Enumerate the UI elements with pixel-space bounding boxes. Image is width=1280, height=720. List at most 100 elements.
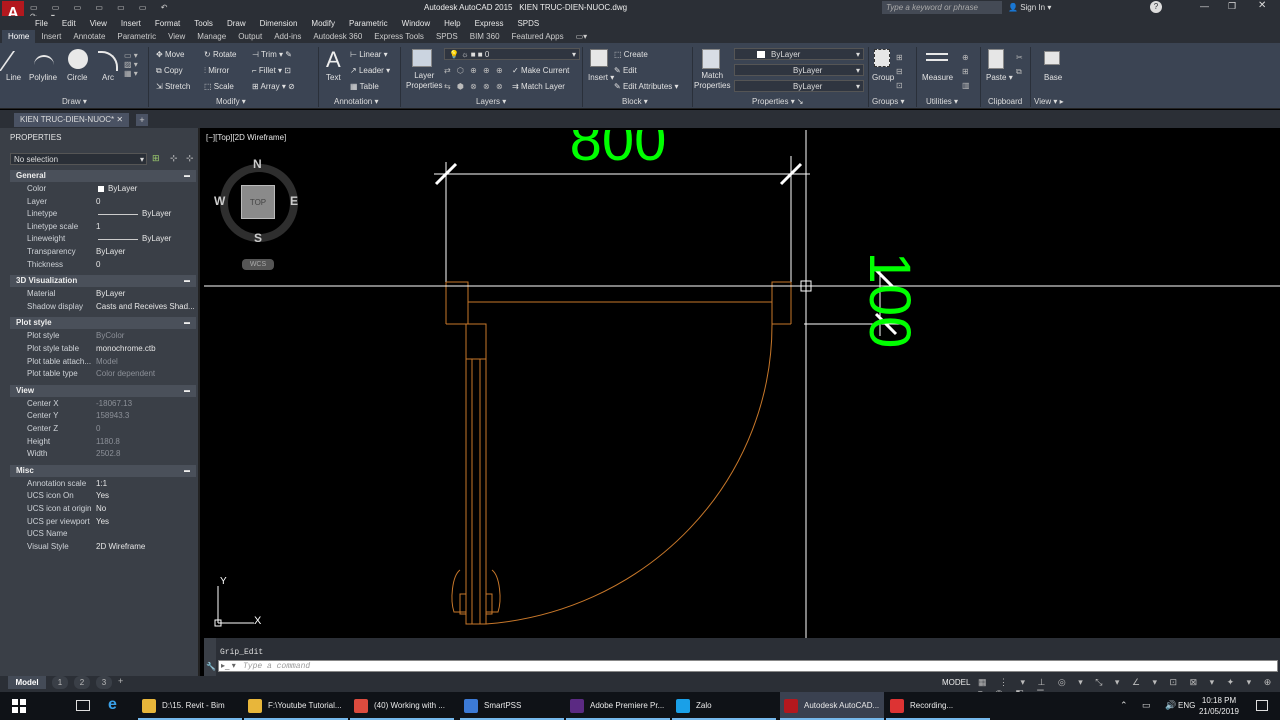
paste-icon[interactable] (988, 49, 1004, 69)
property-row[interactable]: UCS icon at origin No (0, 504, 196, 517)
layout-tab-2[interactable]: 2 (74, 676, 90, 689)
line-icon[interactable] (0, 51, 34, 71)
menu-item-tools[interactable]: Tools (187, 19, 220, 28)
selection-dropdown[interactable]: No selection ▾ (10, 153, 147, 165)
command-input[interactable]: ▸_ ▾ Type a command (218, 660, 1278, 672)
clock[interactable]: 10:18 PM 21/05/2019 (1198, 695, 1240, 717)
insert-button[interactable]: Insert ▾ (588, 73, 614, 82)
property-row[interactable]: UCS per viewport Yes (0, 517, 196, 530)
sign-in-button[interactable]: 👤 Sign In ▾ (1008, 3, 1051, 12)
layout-tab-3[interactable]: 3 (96, 676, 112, 689)
ribbon-tab-featured-apps[interactable]: Featured Apps (506, 30, 570, 43)
property-row[interactable]: Plot style table monochrome.ctb (0, 344, 196, 357)
select-objects-icon[interactable]: ⊹ (170, 153, 178, 164)
ribbon-tab-parametric[interactable]: Parametric (111, 30, 162, 43)
menu-item-modify[interactable]: Modify (304, 19, 342, 28)
add-layout-button[interactable]: + (118, 676, 123, 686)
stretch-button[interactable]: ⇲ Stretch (156, 82, 190, 91)
copy-button[interactable]: ⧉ Copy (156, 66, 183, 76)
color-dropdown[interactable]: ByLayer ▾ (734, 48, 864, 60)
compass-s[interactable]: S (254, 231, 262, 245)
measure-button[interactable]: Measure (922, 73, 953, 82)
base-view-icon[interactable] (1044, 51, 1060, 65)
section-3d-visualization[interactable]: 3D Visualization ▬ (10, 275, 196, 288)
collapse-icon[interactable]: ▬ (184, 170, 190, 182)
quick-access-toolbar[interactable]: ▭ ▭ ▭ ▭ ▭ ▭ ↶ ↷ ▾ (30, 3, 190, 21)
property-row[interactable]: Transparency ByLayer (0, 247, 196, 260)
ribbon-tab-view[interactable]: View (162, 30, 191, 43)
fillet-button[interactable]: ⌐ Fillet ▾ ⊡ (252, 66, 291, 75)
menu-item-help[interactable]: Help (437, 19, 467, 28)
section-misc[interactable]: Misc ▬ (10, 464, 196, 477)
new-tab-button[interactable]: + (136, 114, 148, 126)
ribbon-tab-spds[interactable]: SPDS (430, 30, 464, 43)
make-current-button[interactable]: ✓ Make Current (512, 66, 569, 75)
taskbar-app-5[interactable]: Zalo (672, 692, 776, 720)
circle-icon[interactable] (68, 49, 88, 69)
taskbar-app-2[interactable]: (40) Working with ... (350, 692, 454, 720)
menu-item-express[interactable]: Express (468, 19, 511, 28)
property-row[interactable]: Material ByLayer (0, 289, 196, 302)
match-layer-button[interactable]: ⇉ Match Layer (512, 82, 565, 91)
close-button[interactable]: ✕ (1258, 0, 1266, 11)
base-view-button[interactable]: Base (1044, 73, 1062, 82)
group-icon[interactable] (874, 49, 890, 67)
menu-item-edit[interactable]: Edit (55, 19, 83, 28)
ribbon-options-icon[interactable]: ▭▾ (570, 30, 594, 43)
menu-item-insert[interactable]: Insert (114, 19, 148, 28)
layout-tab-1[interactable]: 1 (52, 676, 68, 689)
language-indicator[interactable]: ENG (1178, 701, 1195, 710)
edge-icon[interactable]: e (108, 696, 117, 714)
match-properties-icon[interactable] (702, 49, 720, 69)
section-view[interactable]: View ▬ (10, 384, 196, 397)
trim-button[interactable]: ⊣ Trim ▾ ✎ (252, 50, 292, 59)
collapse-icon[interactable]: ▬ (184, 317, 190, 329)
menu-item-window[interactable]: Window (395, 19, 437, 28)
file-tab[interactable]: KIEN TRUC-DIEN-NUOC* ✕ (14, 113, 130, 127)
layer-tools-row1[interactable]: ⇄ ⬡ ⊕ ⊕ ⊕ (444, 66, 505, 75)
create-block-button[interactable]: ⬚ Create (614, 50, 648, 59)
scale-button[interactable]: ⬚ Scale (204, 82, 234, 91)
arc-icon[interactable] (98, 51, 118, 71)
taskbar-app-3[interactable]: SmartPSS (460, 692, 564, 720)
groups-panel-label[interactable]: Groups ▾ (872, 97, 904, 106)
ribbon-tab-add-ins[interactable]: Add-ins (268, 30, 307, 43)
edit-block-button[interactable]: ✎ Edit (614, 66, 637, 75)
minimize-button[interactable]: — (1200, 1, 1209, 11)
menu-item-spds[interactable]: SPDS (510, 19, 546, 28)
property-row[interactable]: Color ByLayer (0, 184, 196, 197)
section-plot-style[interactable]: Plot style ▬ (10, 317, 196, 330)
line-button[interactable]: Line (6, 73, 21, 82)
property-row[interactable]: Width 2502.8 (0, 449, 196, 462)
quick-select-icon[interactable]: ⊞ (152, 153, 160, 164)
menu-item-view[interactable]: View (83, 19, 114, 28)
taskbar-app-0[interactable]: D:\15. Revit - Bim (138, 692, 242, 720)
property-row[interactable]: UCS Name (0, 529, 196, 542)
ribbon-tab-bim-360[interactable]: BIM 360 (464, 30, 506, 43)
clipboard-tools[interactable]: ✂ ⧉ (1016, 51, 1023, 79)
ribbon-tab-autodesk-360[interactable]: Autodesk 360 (307, 30, 368, 43)
lineweight-dropdown[interactable]: ByLayer ▾ (734, 80, 864, 92)
properties-panel-label[interactable]: Properties ▾ ↘ (752, 97, 804, 106)
wcs-menu[interactable]: WCS (242, 259, 274, 270)
menu-item-draw[interactable]: Draw (220, 19, 253, 28)
ribbon-tab-output[interactable]: Output (232, 30, 268, 43)
property-row[interactable]: Thickness 0 (0, 260, 196, 273)
wrench-icon[interactable]: 🔧 (206, 662, 216, 671)
property-row[interactable]: Center Y 158943.3 (0, 411, 196, 424)
layer-properties-icon[interactable] (412, 49, 432, 67)
layer-dropdown[interactable]: 💡 ☼ ■ ■ 0 ▾ (444, 48, 580, 60)
notifications-icon[interactable] (1256, 700, 1268, 711)
move-button[interactable]: ✥ Move (156, 50, 185, 59)
draw-panel-label[interactable]: Draw ▾ (62, 97, 87, 106)
compass-w[interactable]: W (214, 194, 225, 208)
command-prompt-icon[interactable]: ▸_ ▾ (221, 661, 236, 670)
property-row[interactable]: Lineweight ByLayer (0, 234, 196, 247)
mail-icon[interactable] (76, 700, 90, 711)
taskbar-app-7[interactable]: Recording... (886, 692, 990, 720)
property-row[interactable]: Center X -18067.13 (0, 399, 196, 412)
ribbon-tab-manage[interactable]: Manage (191, 30, 232, 43)
help-icon[interactable]: ? (1150, 1, 1162, 13)
pickadd-icon[interactable]: ⊹ (186, 153, 194, 164)
property-row[interactable]: Center Z 0 (0, 424, 196, 437)
